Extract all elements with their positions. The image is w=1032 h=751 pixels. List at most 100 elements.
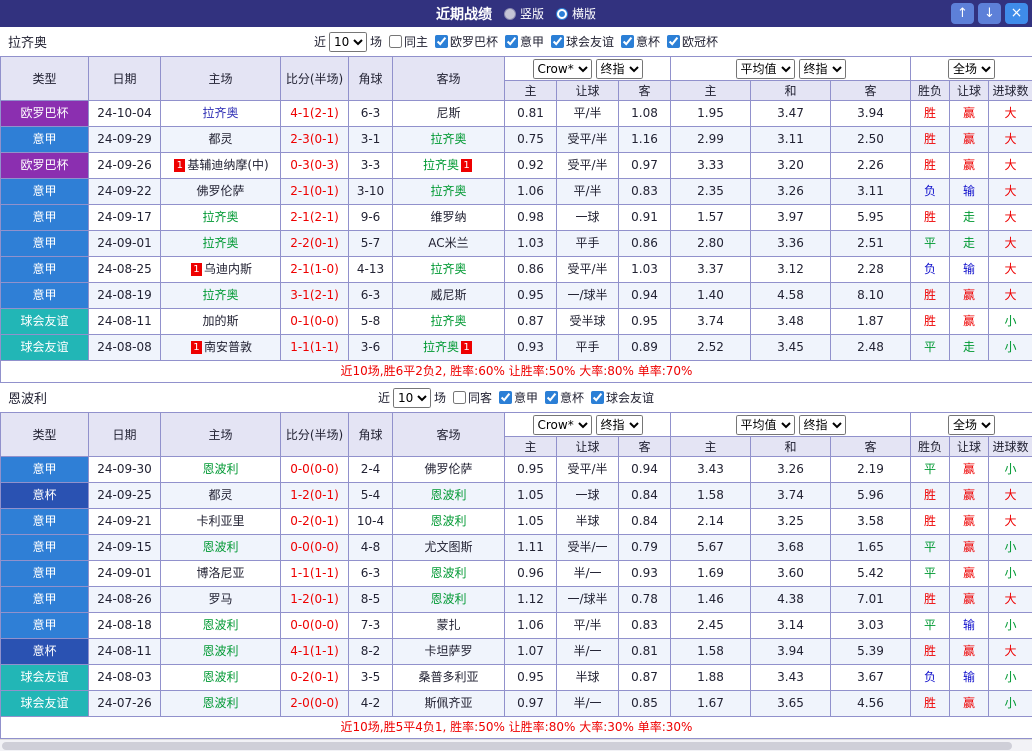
away-team[interactable]: 尼斯	[393, 101, 505, 127]
handicap-odds: 受平/半	[557, 257, 619, 283]
league-filter-欧冠杯[interactable]: 欧冠杯	[660, 33, 718, 50]
home-team[interactable]: 恩波利	[161, 613, 281, 639]
away-team[interactable]: 桑普多利亚	[393, 665, 505, 691]
home-team[interactable]: 都灵	[161, 483, 281, 509]
home-team[interactable]: 加的斯	[161, 309, 281, 335]
home-team[interactable]: 罗马	[161, 587, 281, 613]
score: 2-1(0-1)	[281, 179, 349, 205]
odds-source-select[interactable]: 全场	[948, 415, 995, 435]
layout-radio-vertical[interactable]: 竖版	[504, 5, 544, 22]
match-count-select[interactable]: 10	[329, 32, 367, 52]
away-team[interactable]: 卡坦萨罗	[393, 639, 505, 665]
league-filter-意杯[interactable]: 意杯	[538, 389, 584, 406]
league-checkbox[interactable]	[667, 35, 680, 48]
away-team[interactable]: AC米兰	[393, 231, 505, 257]
summary-stats: 近10场,胜6平2负2, 胜率:60% 让胜率:50% 大率:80% 单率:70…	[1, 361, 1032, 383]
home-team[interactable]: 拉齐奥	[161, 283, 281, 309]
home-team[interactable]: 博洛尼亚	[161, 561, 281, 587]
away-team[interactable]: 恩波利	[393, 483, 505, 509]
away-team[interactable]: 佛罗伦萨	[393, 457, 505, 483]
same-venue-checkbox[interactable]	[453, 391, 466, 404]
scrollbar-thumb[interactable]	[2, 742, 1012, 750]
corner-count: 6-3	[349, 101, 393, 127]
corner-count: 3-5	[349, 665, 393, 691]
league-checkbox[interactable]	[505, 35, 518, 48]
odds-source-select[interactable]: Crow*	[533, 59, 592, 79]
away-team[interactable]: 恩波利	[393, 561, 505, 587]
odds-source-select[interactable]: 全场	[948, 59, 995, 79]
odds-source-select[interactable]: 平均值	[736, 415, 795, 435]
layout-radio-horizontal[interactable]: 横版	[556, 5, 596, 22]
match-date: 24-08-11	[89, 639, 161, 665]
league-checkbox[interactable]	[499, 391, 512, 404]
same-venue-filter[interactable]: 同客	[446, 389, 492, 406]
home-team[interactable]: 恩波利	[161, 665, 281, 691]
away-team[interactable]: 尤文图斯	[393, 535, 505, 561]
league-checkbox[interactable]	[435, 35, 448, 48]
average-odds: 3.14	[751, 613, 831, 639]
odds-source-select[interactable]: 终指	[799, 415, 846, 435]
home-team[interactable]: 卡利亚里	[161, 509, 281, 535]
league-filter-球会友谊[interactable]: 球会友谊	[584, 389, 654, 406]
handicap-odds: 0.75	[505, 127, 557, 153]
scroll-up-button[interactable]: ↑	[951, 3, 974, 24]
away-team[interactable]: 拉齐奥	[393, 127, 505, 153]
horizontal-scrollbar[interactable]	[0, 739, 1032, 751]
average-odds: 3.68	[751, 535, 831, 561]
league-checkbox[interactable]	[551, 35, 564, 48]
corner-count: 10-4	[349, 509, 393, 535]
home-team[interactable]: 1乌迪内斯	[161, 257, 281, 283]
score: 1-1(1-1)	[281, 335, 349, 361]
home-team[interactable]: 拉齐奥	[161, 205, 281, 231]
close-button[interactable]: ×	[1005, 3, 1028, 24]
league-checkbox[interactable]	[545, 391, 558, 404]
away-team[interactable]: 拉齐奥1	[393, 335, 505, 361]
matches-label: 场	[370, 33, 382, 50]
league-checkbox[interactable]	[591, 391, 604, 404]
league-filter-意甲[interactable]: 意甲	[492, 389, 538, 406]
home-team[interactable]: 佛罗伦萨	[161, 179, 281, 205]
league-filter-意甲[interactable]: 意甲	[498, 33, 544, 50]
league-filter-意杯[interactable]: 意杯	[614, 33, 660, 50]
scroll-down-button[interactable]: ↓	[978, 3, 1001, 24]
result-flag: 小	[989, 335, 1032, 361]
result-flag: 大	[989, 127, 1032, 153]
home-team[interactable]: 恩波利	[161, 457, 281, 483]
match-date: 24-09-22	[89, 179, 161, 205]
result-flag: 赢	[950, 283, 989, 309]
league-filter-球会友谊[interactable]: 球会友谊	[544, 33, 614, 50]
near-label: 近	[314, 33, 326, 50]
away-team[interactable]: 威尼斯	[393, 283, 505, 309]
away-team[interactable]: 恩波利	[393, 509, 505, 535]
away-team[interactable]: 拉齐奥	[393, 257, 505, 283]
home-team[interactable]: 拉齐奥	[161, 231, 281, 257]
odds-source-select[interactable]: 平均值	[736, 59, 795, 79]
home-team[interactable]: 恩波利	[161, 639, 281, 665]
same-venue-filter[interactable]: 同主	[382, 33, 428, 50]
league-checkbox[interactable]	[621, 35, 634, 48]
home-team[interactable]: 恩波利	[161, 691, 281, 717]
away-team[interactable]: 拉齐奥1	[393, 153, 505, 179]
away-team[interactable]: 恩波利	[393, 587, 505, 613]
home-team[interactable]: 拉齐奥	[161, 101, 281, 127]
odds-source-select[interactable]: 终指	[596, 59, 643, 79]
home-team[interactable]: 1南安普敦	[161, 335, 281, 361]
home-team[interactable]: 都灵	[161, 127, 281, 153]
away-team[interactable]: 拉齐奥	[393, 179, 505, 205]
league-filter-欧罗巴杯[interactable]: 欧罗巴杯	[428, 33, 498, 50]
match-count-select[interactable]: 10	[393, 388, 431, 408]
odds-source-select[interactable]: Crow*	[533, 415, 592, 435]
home-team[interactable]: 1基辅迪纳摩(中)	[161, 153, 281, 179]
home-team[interactable]: 恩波利	[161, 535, 281, 561]
odds-source-select[interactable]: 终指	[799, 59, 846, 79]
away-team[interactable]: 拉齐奥	[393, 309, 505, 335]
away-team[interactable]: 蒙扎	[393, 613, 505, 639]
odds-source-select[interactable]: 终指	[596, 415, 643, 435]
away-team[interactable]: 维罗纳	[393, 205, 505, 231]
league-badge: 意甲	[1, 587, 89, 613]
same-venue-checkbox[interactable]	[389, 35, 402, 48]
away-team[interactable]: 斯佩齐亚	[393, 691, 505, 717]
match-row: 球会友谊24-07-26恩波利2-0(0-0)4-2斯佩齐亚0.97半/一0.8…	[1, 691, 1032, 717]
league-badge: 意甲	[1, 205, 89, 231]
average-odds: 3.26	[751, 179, 831, 205]
